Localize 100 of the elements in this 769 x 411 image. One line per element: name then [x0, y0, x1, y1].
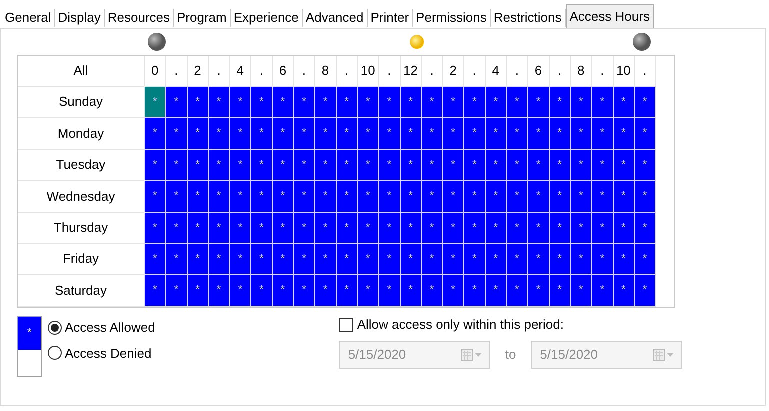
hour-cell[interactable]: * [464, 275, 486, 307]
hour-cell[interactable]: * [570, 118, 592, 150]
hour-cell[interactable]: * [634, 244, 656, 276]
hour-cell[interactable]: * [550, 181, 571, 213]
hour-cell[interactable]: * [464, 118, 486, 150]
tab[interactable]: Advanced [302, 9, 368, 27]
hour-cell[interactable]: * [294, 87, 316, 118]
hour-cell[interactable]: * [422, 87, 444, 118]
hour-cell[interactable]: * [358, 275, 380, 307]
hour-cell[interactable]: * [592, 150, 614, 182]
hour-cell[interactable]: * [486, 244, 508, 276]
hour-cell[interactable]: * [422, 244, 444, 276]
hour-cell[interactable]: * [272, 212, 294, 244]
hour-cell[interactable]: * [251, 118, 273, 150]
hour-cell[interactable]: * [166, 275, 188, 307]
hour-cell[interactable]: * [208, 275, 230, 307]
hour-cell[interactable]: * [145, 275, 166, 307]
hour-cell[interactable]: * [634, 150, 656, 182]
hour-cell[interactable]: * [294, 118, 316, 150]
tab[interactable]: General [2, 9, 56, 27]
hour-cell[interactable]: * [422, 150, 444, 182]
hour-cell[interactable]: * [145, 212, 166, 244]
hour-cell[interactable]: * [507, 87, 528, 118]
hour-cell[interactable]: * [486, 275, 508, 307]
hour-cell[interactable]: * [443, 118, 464, 150]
hour-cell[interactable]: * [422, 181, 444, 213]
hour-cell[interactable]: * [528, 275, 550, 307]
hour-cell[interactable]: * [507, 244, 528, 276]
hour-cell[interactable]: * [507, 181, 528, 213]
hour-cell[interactable]: * [208, 87, 230, 118]
hour-cell[interactable]: * [294, 181, 316, 213]
hour-cell[interactable]: * [188, 181, 209, 213]
hour-cell[interactable]: * [486, 118, 508, 150]
hour-cell[interactable]: * [379, 181, 401, 213]
hour-cell[interactable]: * [336, 275, 358, 307]
hour-cell[interactable]: * [592, 212, 614, 244]
hour-cell[interactable]: * [166, 118, 188, 150]
hour-cell[interactable]: * [528, 181, 550, 213]
hour-cell[interactable]: * [379, 275, 401, 307]
hour-cell[interactable]: * [251, 150, 273, 182]
hour-cell[interactable]: * [336, 244, 358, 276]
hour-cell[interactable]: * [570, 87, 592, 118]
hour-cell[interactable]: * [570, 212, 592, 244]
hour-cell[interactable]: * [528, 87, 550, 118]
hour-cell[interactable]: * [507, 275, 528, 307]
hour-cell[interactable]: * [379, 118, 401, 150]
hour-cell[interactable]: * [400, 118, 422, 150]
hour-cell[interactable]: * [486, 150, 508, 182]
hour-cell[interactable]: * [400, 212, 422, 244]
tab[interactable]: Experience [230, 9, 303, 27]
hour-cell[interactable]: * [251, 275, 273, 307]
hour-cell[interactable]: * [614, 181, 635, 213]
hour-cell[interactable]: * [592, 181, 614, 213]
hour-cell[interactable]: * [592, 275, 614, 307]
tab[interactable]: Permissions [413, 9, 491, 27]
hour-cell[interactable]: * [358, 87, 380, 118]
hour-cell[interactable]: * [464, 87, 486, 118]
hour-cell[interactable]: * [251, 244, 273, 276]
hour-cell[interactable]: * [614, 212, 635, 244]
hour-cell[interactable]: * [379, 244, 401, 276]
hour-cell[interactable]: * [400, 150, 422, 182]
hour-cell[interactable]: * [294, 275, 316, 307]
hour-cell[interactable]: * [315, 275, 337, 307]
hour-cell[interactable]: * [336, 212, 358, 244]
hour-cell[interactable]: * [230, 275, 252, 307]
option-label[interactable]: Access Allowed [65, 318, 156, 338]
hour-cell[interactable]: * [166, 212, 188, 244]
hour-cell[interactable]: * [145, 118, 166, 150]
hour-cell[interactable]: * [634, 181, 656, 213]
hour-cell[interactable]: * [400, 181, 422, 213]
hour-cell[interactable]: * [634, 118, 656, 150]
hour-cell[interactable]: * [379, 87, 401, 118]
tab[interactable]: Resources [104, 9, 174, 27]
hour-cell[interactable]: * [166, 244, 188, 276]
hour-cell[interactable]: * [315, 244, 337, 276]
hour-cell[interactable]: * [294, 212, 316, 244]
hour-cell[interactable]: * [188, 212, 209, 244]
hour-cell[interactable]: * [443, 275, 464, 307]
all-button[interactable]: All [18, 56, 145, 87]
hour-cell[interactable]: * [443, 244, 464, 276]
hour-cell[interactable]: * [550, 244, 571, 276]
tab[interactable]: Display [55, 9, 105, 27]
hour-cell[interactable]: * [379, 150, 401, 182]
hour-cell[interactable]: * [443, 181, 464, 213]
hour-cell[interactable]: * [188, 118, 209, 150]
hour-cell[interactable]: * [336, 181, 358, 213]
hour-cell[interactable]: * [145, 244, 166, 276]
hour-cell[interactable]: * [145, 150, 166, 182]
hour-cell[interactable]: * [315, 150, 337, 182]
hour-cell[interactable]: * [230, 150, 252, 182]
hour-cell[interactable]: * [570, 275, 592, 307]
hour-cell[interactable]: * [208, 118, 230, 150]
hour-cell[interactable]: * [634, 212, 656, 244]
hour-cell[interactable]: * [422, 212, 444, 244]
hour-cell[interactable]: * [272, 275, 294, 307]
hour-cell[interactable]: * [188, 275, 209, 307]
hour-cell[interactable]: * [315, 212, 337, 244]
hour-cell[interactable]: * [614, 150, 635, 182]
hour-cell[interactable]: * [443, 150, 464, 182]
hour-cell[interactable]: * [486, 87, 508, 118]
